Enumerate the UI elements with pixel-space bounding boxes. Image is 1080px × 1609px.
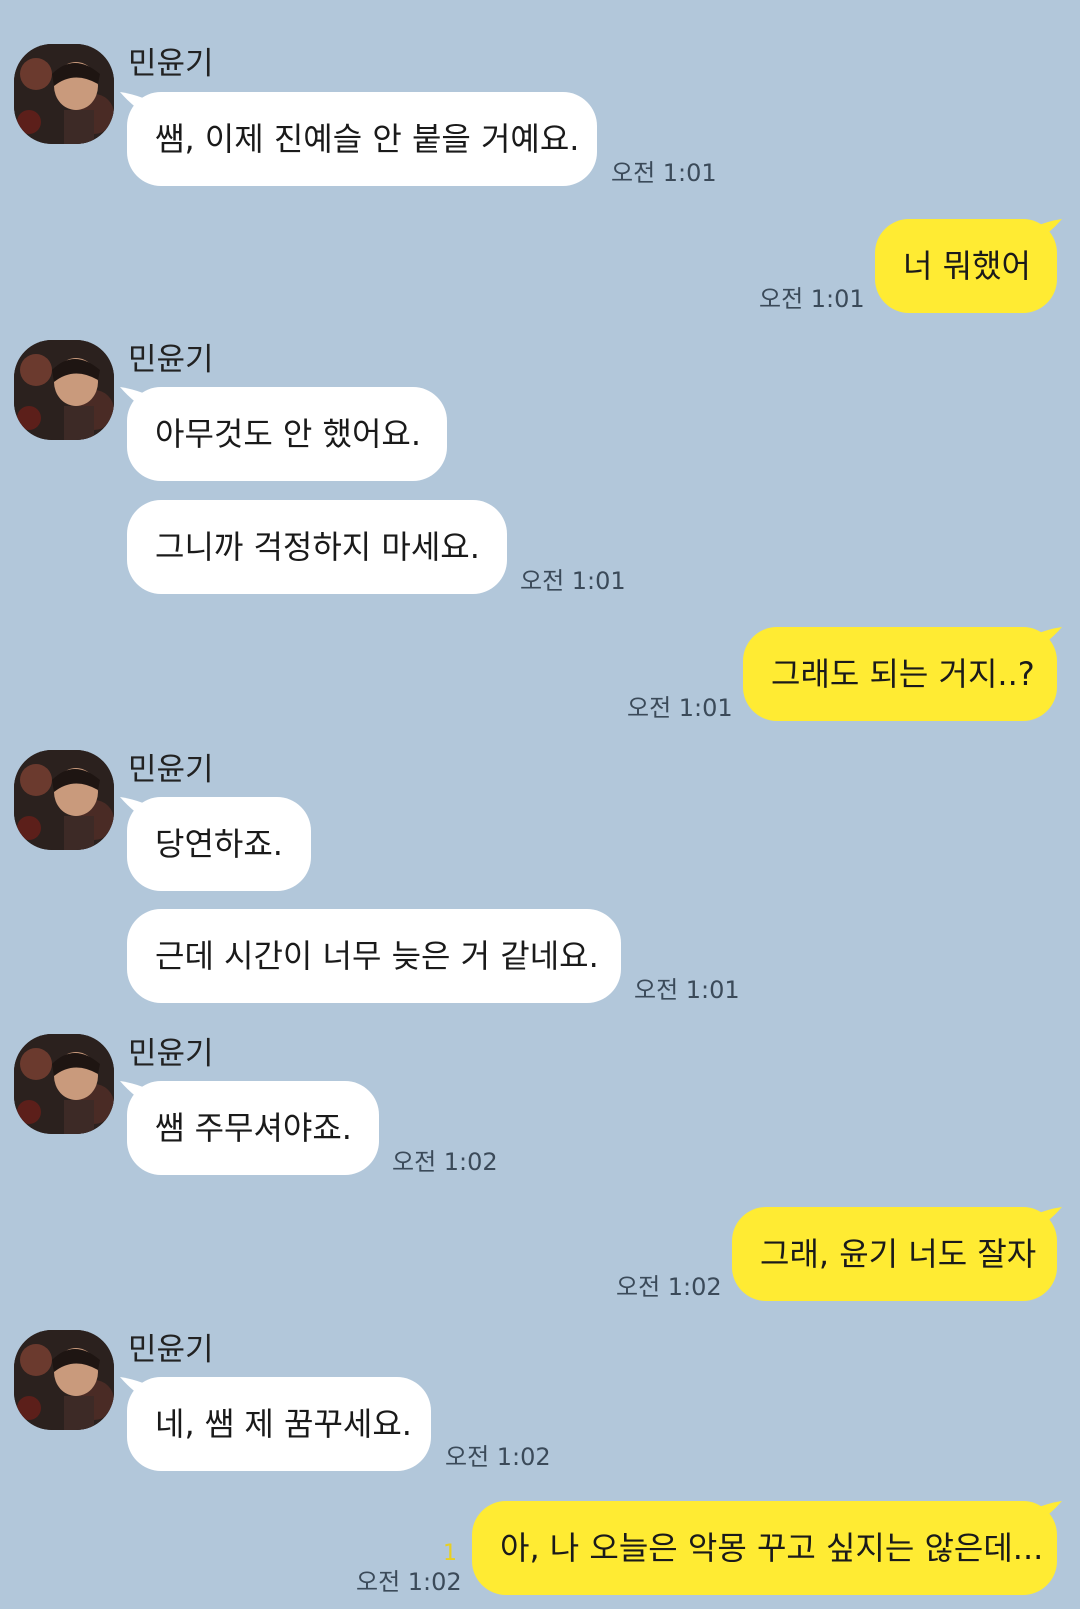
message-bubble-incoming[interactable]: 쌤 주무셔야죠. bbox=[127, 1081, 379, 1175]
message-time: 오전 1:01 bbox=[611, 159, 717, 187]
message-bubble-outgoing[interactable]: 아, 나 오늘은 악몽 꾸고 싶지는 않은데... bbox=[472, 1501, 1057, 1595]
avatar[interactable] bbox=[14, 750, 114, 850]
profile-photo-icon bbox=[14, 1330, 114, 1430]
message-bubble-incoming[interactable]: 당연하죠. bbox=[127, 797, 311, 891]
message-time: 오전 1:02 bbox=[356, 1568, 462, 1596]
sender-name: 민윤기 bbox=[128, 1036, 214, 1072]
message-bubble-incoming[interactable]: 그니까 걱정하지 마세요. bbox=[127, 500, 507, 594]
avatar[interactable] bbox=[14, 44, 114, 144]
sender-name: 민윤기 bbox=[128, 342, 214, 378]
message-bubble-outgoing[interactable]: 그래, 윤기 너도 잘자 bbox=[732, 1207, 1057, 1301]
avatar[interactable] bbox=[14, 1034, 114, 1134]
avatar[interactable] bbox=[14, 340, 114, 440]
profile-photo-icon bbox=[14, 340, 114, 440]
message-time: 오전 1:01 bbox=[627, 694, 733, 722]
message-bubble-incoming[interactable]: 네, 쌤 제 꿈꾸세요. bbox=[127, 1377, 431, 1471]
message-bubble-incoming[interactable]: 아무것도 안 했어요. bbox=[127, 387, 447, 481]
unread-count: 1 bbox=[443, 1541, 457, 1566]
message-bubble-outgoing[interactable]: 너 뭐했어 bbox=[875, 219, 1057, 313]
message-time: 오전 1:01 bbox=[520, 567, 626, 595]
message-bubble-incoming[interactable]: 근데 시간이 너무 늦은 거 같네요. bbox=[127, 909, 621, 1003]
message-time: 오전 1:02 bbox=[616, 1273, 722, 1301]
message-time: 오전 1:01 bbox=[634, 976, 740, 1004]
message-time: 오전 1:01 bbox=[759, 285, 865, 313]
sender-name: 민윤기 bbox=[128, 1332, 214, 1368]
sender-name: 민윤기 bbox=[128, 46, 214, 82]
avatar[interactable] bbox=[14, 1330, 114, 1430]
sender-name: 민윤기 bbox=[128, 752, 214, 788]
profile-photo-icon bbox=[14, 44, 114, 144]
message-time: 오전 1:02 bbox=[445, 1443, 551, 1471]
message-bubble-incoming[interactable]: 쌤, 이제 진예슬 안 붙을 거예요. bbox=[127, 92, 597, 186]
message-time: 오전 1:02 bbox=[392, 1148, 498, 1176]
profile-photo-icon bbox=[14, 750, 114, 850]
message-bubble-outgoing[interactable]: 그래도 되는 거지..? bbox=[743, 627, 1057, 721]
profile-photo-icon bbox=[14, 1034, 114, 1134]
